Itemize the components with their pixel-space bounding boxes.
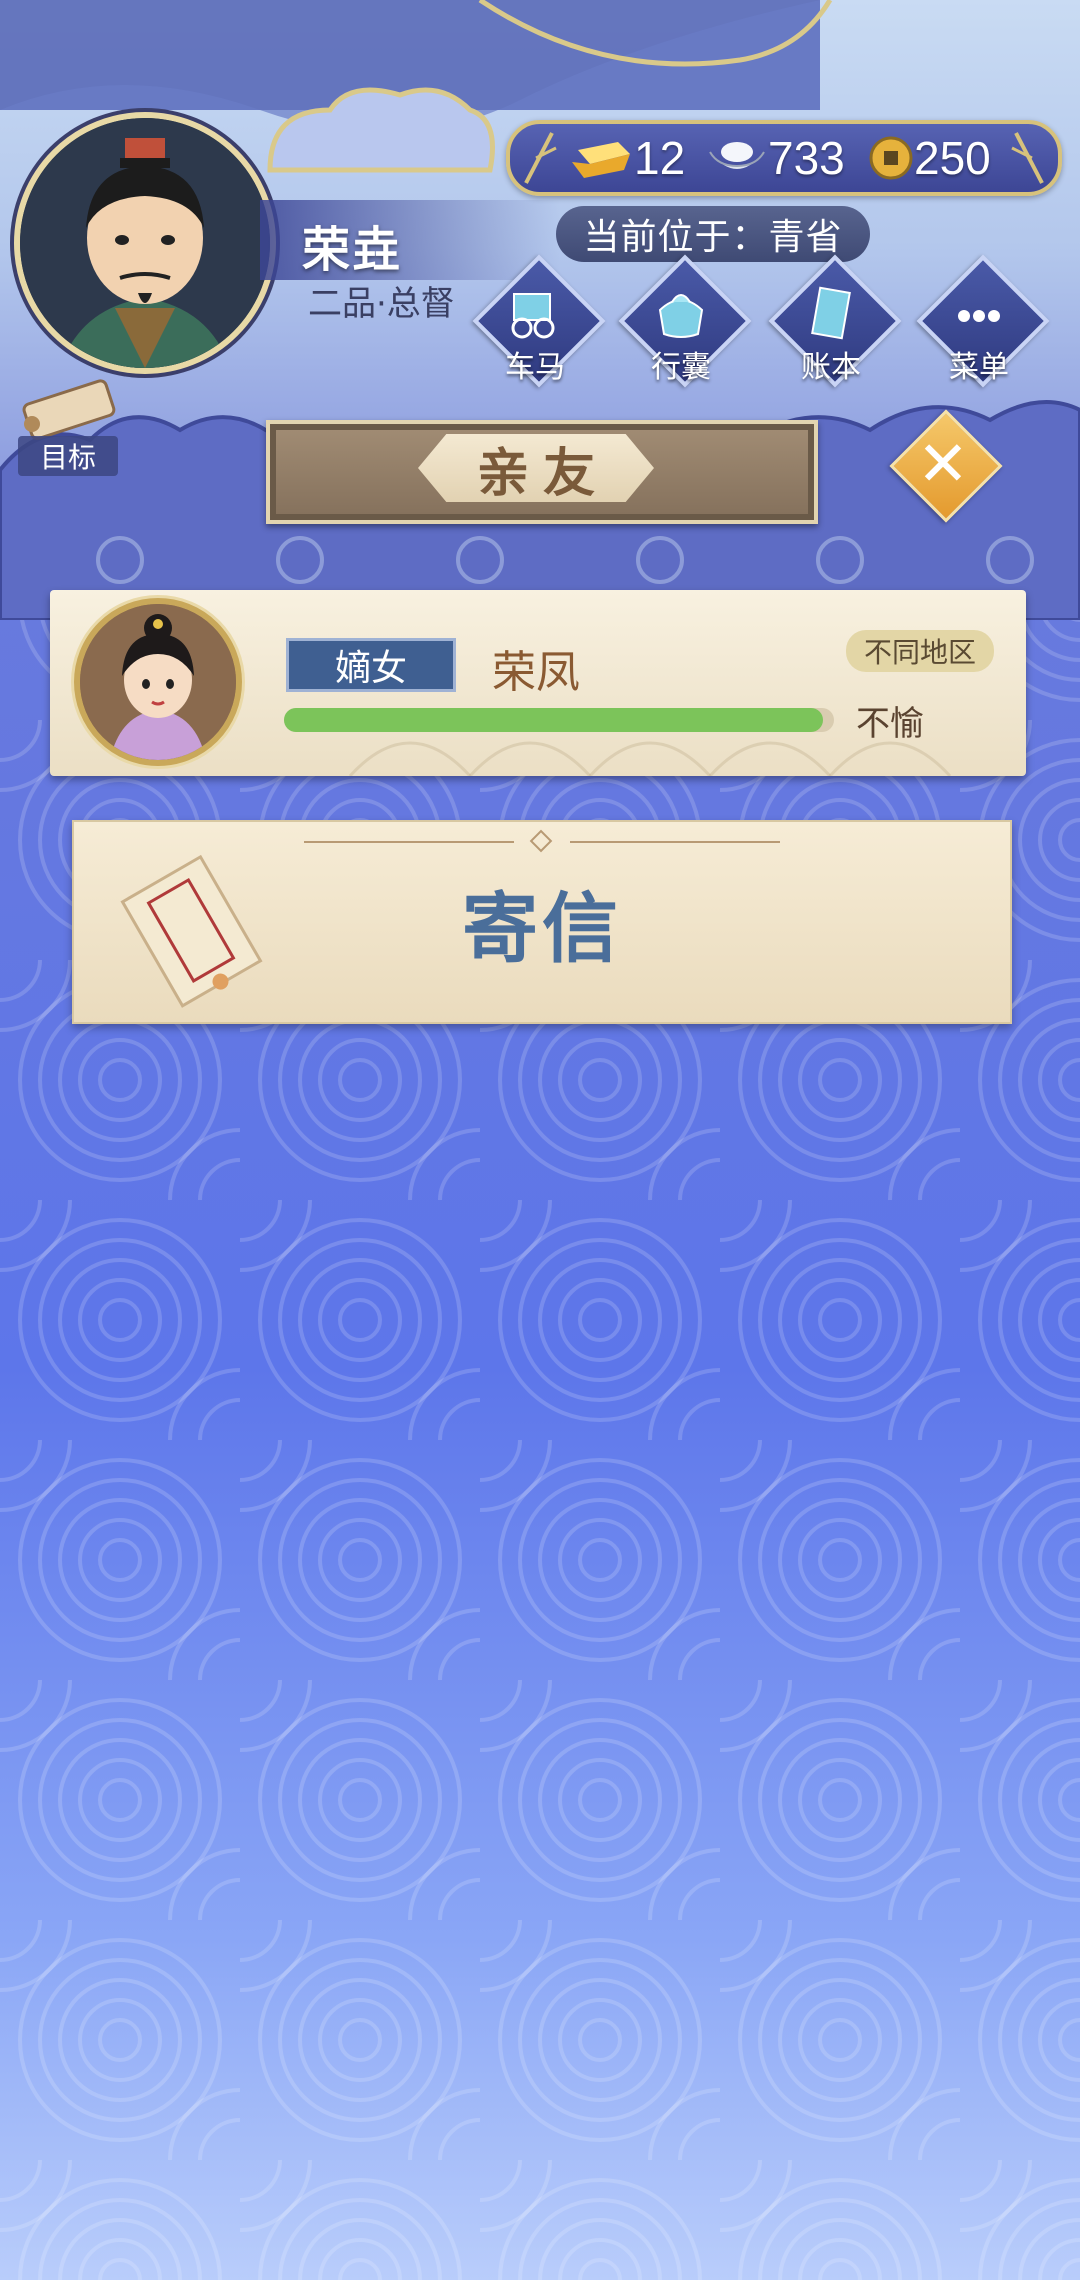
silver-counter[interactable]: 733 — [706, 132, 845, 184]
silver-value: 733 — [768, 132, 845, 184]
menu-more-button[interactable]: 菜单 — [914, 254, 1050, 392]
close-icon[interactable]: ✕ — [906, 426, 980, 500]
send-letter-button[interactable]: 寄信 — [72, 820, 1012, 1024]
relative-name: 荣凤 — [492, 647, 580, 698]
silver-ingot-icon — [709, 142, 765, 169]
bamboo-ornament-icon — [524, 132, 557, 184]
goal-label: 目标 — [18, 436, 118, 476]
gold-bar-counter[interactable]: 12 — [568, 132, 686, 184]
affection-bar — [284, 708, 834, 732]
relative-mood: 不愉 — [856, 704, 924, 744]
bundle-icon — [658, 294, 704, 338]
title-plate: 亲友 — [418, 434, 654, 502]
goal-button[interactable]: 目标 — [8, 376, 128, 476]
official-portrait-icon — [20, 118, 270, 368]
affection-bar-fill — [284, 708, 823, 732]
bamboo-ornament-icon — [1011, 132, 1044, 184]
player-name: 荣垚 — [302, 222, 403, 278]
player-avatar[interactable] — [14, 112, 276, 374]
relative-avatar — [74, 598, 242, 766]
carriage-icon — [511, 293, 555, 339]
relation-tag: 嫡女 — [286, 638, 456, 692]
currency-bar: 12 733 250 — [506, 120, 1062, 196]
menu-bundle-label: 行囊 — [651, 350, 711, 385]
gold-bar-icon — [572, 142, 630, 178]
gold-bar-value: 12 — [634, 132, 686, 184]
panel-title-banner: 亲友 — [266, 420, 818, 524]
menu-ledger-label: 账本 — [801, 350, 861, 385]
more-icon — [958, 310, 1000, 322]
region-badge: 不同地区 — [846, 630, 995, 672]
daughter-portrait-icon — [80, 604, 236, 760]
coin-counter[interactable]: 250 — [868, 132, 991, 184]
menu-carriage-button[interactable]: 车马 — [470, 254, 606, 392]
menu-bundle-button[interactable]: 行囊 — [616, 254, 752, 392]
current-location: 当前位于：青省 — [556, 206, 870, 262]
coin-value: 250 — [914, 132, 991, 184]
menu-ledger-button[interactable]: 账本 — [766, 254, 902, 392]
send-letter-label: 寄信 — [462, 884, 622, 973]
menu-more-label: 菜单 — [949, 350, 1009, 385]
copper-coin-icon — [869, 136, 913, 180]
ledger-icon — [811, 286, 851, 340]
panel-title: 亲友 — [476, 443, 609, 504]
player-rank: 二品·总督 — [308, 284, 455, 324]
menu-carriage-label: 车马 — [505, 350, 565, 385]
